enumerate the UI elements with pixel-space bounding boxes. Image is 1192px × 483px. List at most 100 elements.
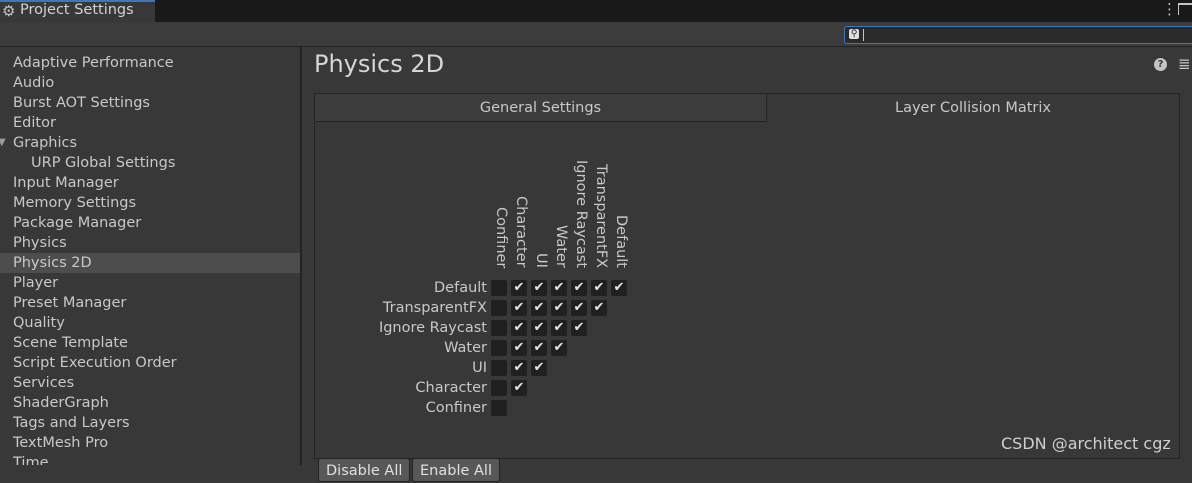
sidebar-item-label: Editor [13,115,56,131]
collision-checkbox[interactable]: ✔ [511,380,527,396]
settings-sidebar: Adaptive Performance Audio Burst AOT Setti… [0,47,302,465]
search-field[interactable]: ⚲ [844,26,1192,45]
collision-checkbox[interactable]: ✔ [591,280,607,296]
layer-collision-matrix: Disable All Enable All Confiner Character… [315,122,1179,482]
main-content: Physics 2D ? ≣ General Settings Layer Co… [302,47,1192,482]
sidebar-item-label: Burst AOT Settings [13,95,150,111]
collision-checkbox[interactable] [491,340,507,356]
sidebar-item-player[interactable]: Player [0,273,300,293]
collision-checkbox[interactable]: ✔ [511,360,527,376]
sidebar-item-physics[interactable]: Physics [0,233,300,253]
sidebar-item-graphics[interactable]: ▼ Graphics [0,133,300,153]
collision-checkbox[interactable]: ✔ [551,320,567,336]
collision-checkbox[interactable]: ✔ [611,280,627,296]
collision-checkbox[interactable]: ✔ [551,340,567,356]
maximize-icon[interactable] [1178,3,1192,15]
sidebar-item-burst-aot-settings[interactable]: Burst AOT Settings [0,93,300,113]
sidebar-item-memory-settings[interactable]: Memory Settings [0,193,300,213]
sidebar-item-label: ShaderGraph [13,395,109,411]
matrix-row-label: Character [415,380,487,396]
sidebar-item-shadergraph[interactable]: ShaderGraph [0,393,300,413]
matrix-row-label: Water [444,340,487,356]
sidebar-item-label: Graphics [13,135,78,151]
search-icon: ⚲ [849,29,859,39]
search-toolbar: ⚲ [0,22,1192,47]
matrix-row-label: Confiner [425,400,487,416]
sidebar-item-label: URP Global Settings [31,155,176,171]
collision-checkbox[interactable] [491,360,507,376]
collision-checkbox[interactable]: ✔ [511,320,527,336]
sidebar-item-input-manager[interactable]: Input Manager [0,173,300,193]
page-title: Physics 2D [314,50,445,78]
collision-checkbox[interactable] [491,400,507,416]
sidebar-item-quality[interactable]: Quality [0,313,300,333]
matrix-row-label: UI [472,360,487,376]
matrix-row-label: TransparentFX [382,300,487,316]
collision-checkbox[interactable] [491,280,507,296]
collision-checkbox[interactable]: ✔ [531,340,547,356]
sidebar-item-label: Physics [13,235,67,251]
sidebar-item-label: Script Execution Order [13,355,177,371]
collision-checkbox[interactable]: ✔ [571,300,587,316]
collision-checkbox[interactable]: ✔ [571,280,587,296]
matrix-column-label: UI [533,253,549,268]
sidebar-item-label: Player [13,275,59,291]
matrix-column-label: Confiner [493,206,509,268]
sidebar-item-urp-global-settings[interactable]: URP Global Settings [0,153,300,173]
sidebar-item-services[interactable]: Services [0,373,300,393]
watermark: CSDN @architect cgz [1001,434,1171,453]
collision-checkbox[interactable]: ✔ [531,320,547,336]
sidebar-item-label: Services [13,375,75,391]
sidebar-item-label: Memory Settings [13,195,137,211]
sidebar-item-physics-2d[interactable]: Physics 2D [0,253,300,273]
sidebar-item-time[interactable]: Time [0,453,300,465]
sidebar-item-textmesh-pro[interactable]: TextMesh Pro [0,433,300,453]
collision-checkbox[interactable]: ✔ [551,300,567,316]
matrix-column-label: TransparentFX [593,163,609,268]
sidebar-item-label: Physics 2D [13,255,92,271]
sidebar-item-package-manager[interactable]: Package Manager [0,213,300,233]
sidebar-item-label: Preset Manager [13,295,127,311]
collision-checkbox[interactable] [491,300,507,316]
matrix-column-label: Water [553,225,569,268]
sidebar-item-audio[interactable]: Audio [0,73,300,93]
collision-checkbox[interactable]: ✔ [591,300,607,316]
window-tab-project-settings[interactable]: ⚙ Project Settings [0,0,155,22]
collision-checkbox[interactable]: ✔ [531,360,547,376]
sidebar-item-script-execution-order[interactable]: Script Execution Order [0,353,300,373]
tab-general-settings[interactable]: General Settings [315,94,767,122]
collision-checkbox[interactable]: ✔ [571,320,587,336]
enable-all-button[interactable]: Enable All [412,458,500,482]
window-titlebar: ⚙ Project Settings ⋮ [0,0,1192,22]
collision-checkbox[interactable]: ✔ [531,300,547,316]
search-input[interactable] [865,27,1169,45]
disable-all-button[interactable]: Disable All [318,458,411,482]
window-title: Project Settings [20,2,134,18]
gear-icon: ⚙ [2,2,16,20]
sidebar-item-editor[interactable]: Editor [0,113,300,133]
sidebar-item-adaptive-performance[interactable]: Adaptive Performance [0,53,300,73]
settings-panel: General Settings Layer Collision Matrix … [314,93,1180,482]
collision-checkbox[interactable]: ✔ [531,280,547,296]
collision-checkbox[interactable] [491,320,507,336]
sidebar-item-label: Audio [13,75,55,91]
matrix-row-label: Ignore Raycast [378,320,487,336]
tab-layer-collision-matrix[interactable]: Layer Collision Matrix [767,94,1179,122]
sidebar-item-tags-and-layers[interactable]: Tags and Layers [0,413,300,433]
sidebar-item-label: Scene Template [13,335,128,351]
sidebar-item-label: Package Manager [13,215,142,231]
foldout-arrow-icon[interactable]: ▼ [0,133,6,153]
more-options-icon[interactable]: ⋮ [1162,0,1177,18]
matrix-column-label: Character [513,196,529,268]
sidebar-item-preset-manager[interactable]: Preset Manager [0,293,300,313]
collision-checkbox[interactable] [491,380,507,396]
sidebar-item-label: Tags and Layers [13,415,130,431]
collision-checkbox[interactable]: ✔ [511,280,527,296]
sidebar-item-scene-template[interactable]: Scene Template [0,333,300,353]
preset-settings-icon[interactable]: ≣ [1178,55,1191,73]
sidebar-item-label: Adaptive Performance [13,55,174,71]
collision-checkbox[interactable]: ✔ [511,340,527,356]
collision-checkbox[interactable]: ✔ [551,280,567,296]
collision-checkbox[interactable]: ✔ [511,300,527,316]
help-icon[interactable]: ? [1154,58,1167,71]
